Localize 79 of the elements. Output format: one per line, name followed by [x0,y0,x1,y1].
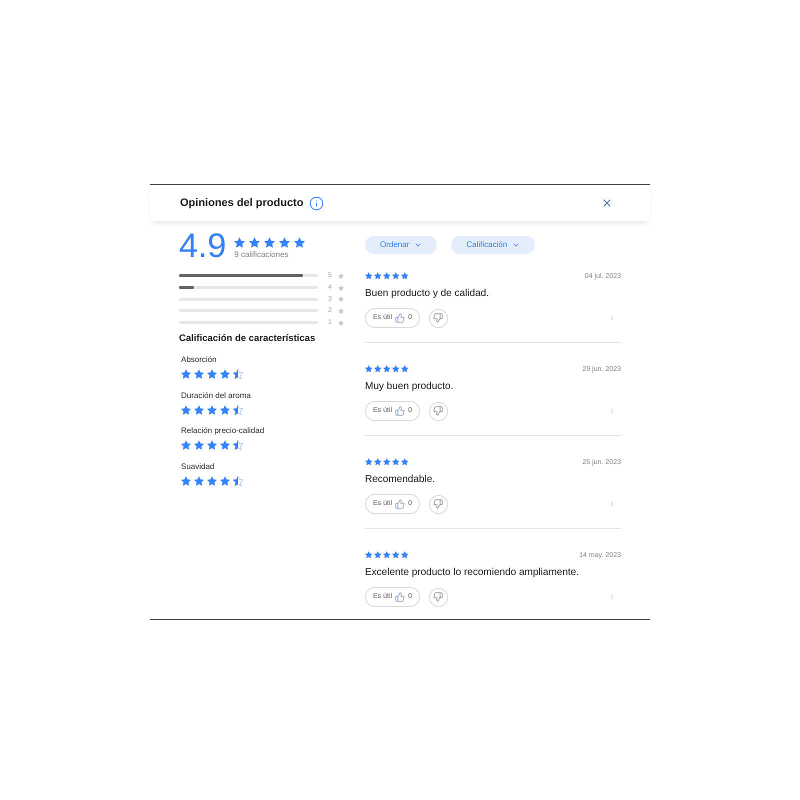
dislike-button[interactable] [428,402,448,420]
dislike-button[interactable] [428,308,448,328]
star-icon [392,551,400,559]
star-icon [392,458,400,466]
ratings-count: 9 calificaciones [234,250,290,260]
star-icon [338,272,344,279]
feature-label: Absorción [181,354,218,366]
star-icon [365,551,372,559]
star-icon [207,369,217,380]
average-score: 4.9 [179,229,226,263]
star-icon [194,404,204,415]
close-icon [601,197,613,209]
thumbs-down-icon [433,406,444,416]
star-icon [365,365,372,373]
thumbs-up-icon [395,592,406,602]
star-icon [207,476,217,486]
star-icon [374,458,382,466]
star-icon [374,272,382,280]
star-icon [401,458,408,466]
star-icon [220,369,230,380]
info-icon[interactable] [309,196,324,210]
review-text: Muy buen producto. [365,380,454,394]
star-icon [207,440,217,450]
thumbs-down-icon [433,313,444,323]
star-icon [207,404,217,415]
half-star-icon [233,440,243,450]
star-icon [383,365,390,373]
chevron-down-icon [512,241,520,249]
feature-label: Duración del aroma [181,390,252,402]
star-icon [374,365,382,373]
star-icon [338,284,344,291]
review-text: Buen producto y de calidad. [365,287,490,301]
dislike-button[interactable] [428,494,448,514]
star-icon [220,476,230,486]
star-icon [294,237,306,248]
review-text: Excelente producto lo recomiendo ampliamente. [365,566,580,580]
star-icon [374,551,382,559]
half-star-icon [233,404,243,415]
star-icon [220,404,230,415]
star-icon [383,458,390,466]
chevron-down-icon [414,241,422,249]
star-icon [220,440,230,450]
star-icon [365,272,372,280]
star-icon [234,237,246,248]
half-star-icon [233,476,243,486]
star-icon [338,308,344,314]
star-icon [365,458,372,466]
star-icon [194,476,204,486]
star-icon [181,440,191,450]
star-icon [338,296,344,302]
panel-title: Opiniones del producto [180,196,304,211]
review-text: Recomendable. [365,473,436,487]
star-icon [392,365,400,373]
thumbs-up-icon [395,499,406,509]
star-icon [401,551,408,559]
dislike-button[interactable] [428,588,448,606]
thumbs-up-icon [395,406,406,416]
star-icon [194,369,204,380]
half-star-icon [233,369,243,380]
star-icon [181,404,191,415]
thumbs-down-icon [433,592,444,602]
star-icon [279,237,290,248]
features-title: Calificación de características [179,333,316,346]
star-icon [392,272,400,280]
star-icon [249,237,260,248]
star-icon [383,551,390,559]
star-icon [338,320,344,326]
star-icon [383,272,390,280]
close-button[interactable] [601,197,613,209]
feature-label: Relación precio-calidad [181,425,266,438]
star-icon [401,272,408,280]
thumbs-down-icon [433,499,444,509]
star-icon [264,237,276,248]
thumbs-up-icon [395,313,406,323]
star-icon [401,365,408,373]
star-icon [181,476,191,486]
star-icon [181,369,191,380]
feature-label: Suavidad [181,460,216,473]
star-icon [194,440,204,450]
